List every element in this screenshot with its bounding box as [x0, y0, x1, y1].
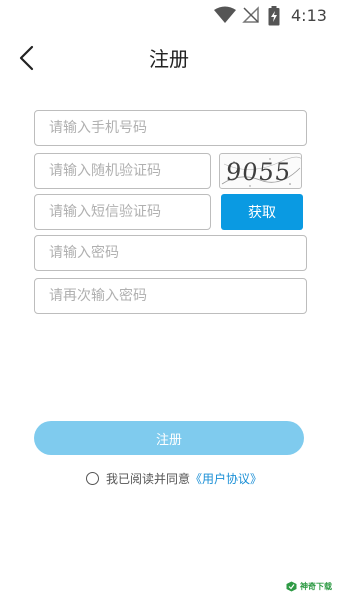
- watermark-logo-icon: [286, 581, 297, 592]
- phone-input[interactable]: [34, 110, 307, 146]
- random-code-input[interactable]: [34, 153, 211, 189]
- watermark-text: 神奇下载: [300, 582, 332, 591]
- battery-charging-icon: [268, 6, 280, 26]
- get-code-button[interactable]: 获取: [221, 194, 303, 230]
- wifi-icon: [214, 6, 236, 23]
- password-input[interactable]: [34, 235, 307, 271]
- agreement-row: 我已阅读并同意 《用户协议》: [86, 469, 262, 487]
- register-button[interactable]: 注册: [34, 421, 304, 455]
- signal-off-icon: [242, 6, 259, 23]
- sms-code-input[interactable]: [34, 194, 211, 230]
- page-title: 注册: [149, 47, 189, 71]
- password-confirm-input[interactable]: [34, 278, 307, 314]
- watermark: 神奇下载: [286, 581, 332, 592]
- agree-radio[interactable]: [86, 471, 99, 485]
- captcha-image[interactable]: 9055: [219, 153, 302, 189]
- captcha-text: 9055: [224, 158, 293, 186]
- user-agreement-link[interactable]: 《用户协议》: [190, 470, 262, 487]
- agreement-text: 我已阅读并同意: [106, 471, 191, 486]
- status-time: 4:13: [291, 6, 327, 25]
- status-bar: 4:13: [0, 0, 338, 30]
